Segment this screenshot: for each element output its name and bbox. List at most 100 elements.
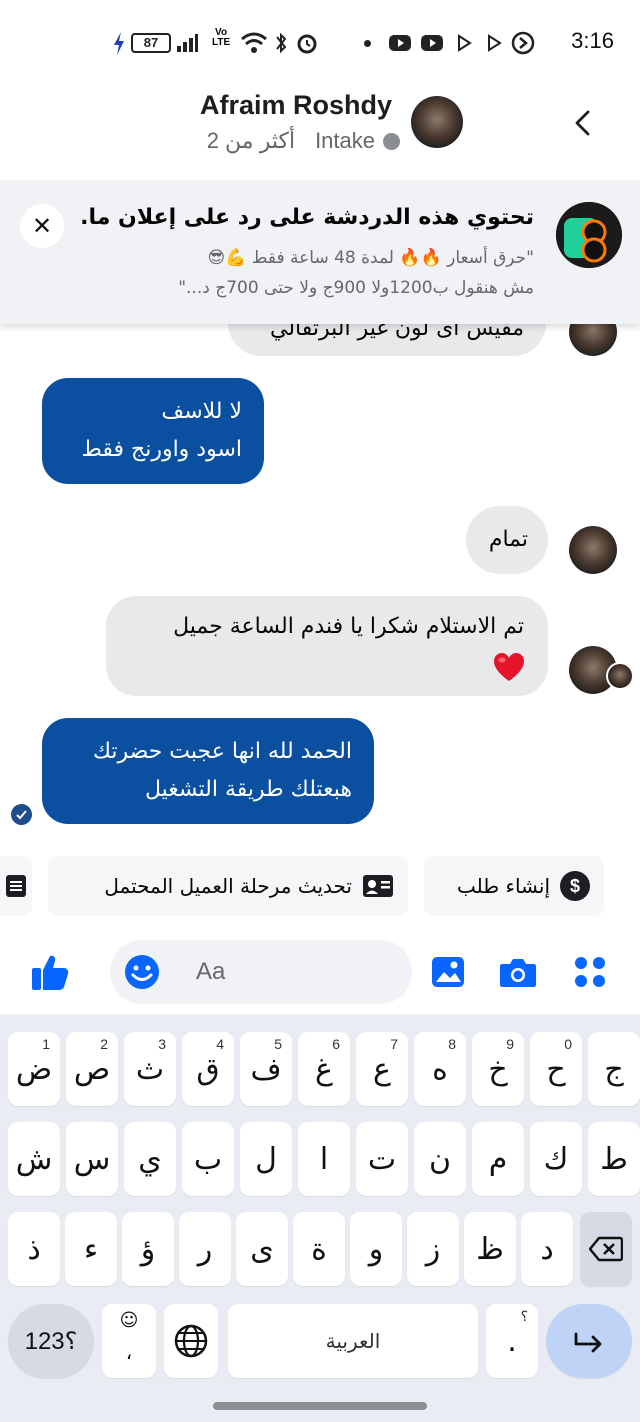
period-label: . <box>507 1323 517 1359</box>
key-letter[interactable]: ا <box>298 1122 350 1196</box>
emoji-icon[interactable] <box>124 954 160 990</box>
key-char: غ <box>315 1051 333 1087</box>
key-letter[interactable]: ذ <box>8 1212 60 1286</box>
close-button[interactable]: ✕ <box>20 204 64 248</box>
key-letter[interactable]: ؤ <box>122 1212 174 1286</box>
circle-arrow-icon <box>511 31 535 55</box>
camera-icon[interactable] <box>498 955 538 989</box>
bluetooth-icon <box>276 32 287 54</box>
battery-icon: 87 <box>131 28 171 58</box>
key-char: ث <box>135 1051 165 1087</box>
key-number: 1 <box>42 1036 50 1052</box>
key-letter[interactable]: م <box>472 1122 524 1196</box>
chat-header: Afraim Roshdy أكثر من 2 Intake <box>0 86 640 180</box>
key-letter[interactable]: ش <box>8 1122 60 1196</box>
language-key[interactable] <box>164 1304 218 1378</box>
key-letter[interactable]: ر <box>179 1212 231 1286</box>
key-letter[interactable]: ي <box>124 1122 176 1196</box>
emoji-key[interactable]: ☺ ، <box>102 1304 156 1378</box>
ad-text-line: "حرق أسعار 🔥🔥 لمدة 48 ساعة فقط 💪😎 <box>207 248 534 268</box>
message-bubble-outgoing[interactable]: لا للاسف اسود واورنج فقط <box>42 378 264 484</box>
backspace-key[interactable] <box>580 1212 632 1286</box>
period-key[interactable]: . ؟ <box>486 1304 538 1378</box>
key-letter[interactable]: س <box>66 1122 118 1196</box>
gallery-icon[interactable] <box>430 955 466 989</box>
chip-label: إنشاء طلب <box>457 874 550 898</box>
key-letter[interactable]: ز <box>407 1212 459 1286</box>
key-letter[interactable]: ص2 <box>66 1032 118 1106</box>
message-bubble-incoming[interactable]: تمام <box>466 506 548 574</box>
apps-grid-icon[interactable] <box>572 954 608 990</box>
contact-name[interactable]: Afraim Roshdy <box>200 90 392 121</box>
label-text: Intake <box>315 128 375 153</box>
enter-key[interactable] <box>546 1304 632 1378</box>
battery-level: 87 <box>131 33 171 53</box>
space-key[interactable]: العربية <box>228 1304 478 1378</box>
ad-logo-icon <box>556 202 622 268</box>
volte-icon: Vo LTE <box>212 27 231 48</box>
signal-icon <box>177 34 198 52</box>
wifi-icon <box>241 32 267 53</box>
key-number: 9 <box>506 1036 514 1052</box>
key-letter[interactable]: غ6 <box>298 1032 350 1106</box>
key-letter[interactable]: ء <box>65 1212 117 1286</box>
dollar-icon: $ <box>560 871 590 901</box>
alarm-icon <box>297 34 317 54</box>
key-letter[interactable]: ت <box>356 1122 408 1196</box>
key-number: 7 <box>390 1036 398 1052</box>
back-chevron-icon[interactable] <box>566 106 600 140</box>
key-letter[interactable]: ك <box>530 1122 582 1196</box>
key-char: ح <box>546 1051 566 1087</box>
heart-emoji-icon <box>494 653 524 681</box>
contact-avatar[interactable] <box>411 96 463 148</box>
key-letter[interactable]: د <box>521 1212 573 1286</box>
key-char: ض <box>15 1051 53 1087</box>
more-actions-button[interactable] <box>0 856 32 916</box>
sent-check-icon <box>11 804 32 825</box>
key-letter[interactable]: ب <box>182 1122 234 1196</box>
key-letter[interactable]: ة <box>293 1212 345 1286</box>
presence-text: أكثر من 2 <box>206 128 296 153</box>
like-icon[interactable] <box>28 950 72 994</box>
key-char: ع <box>373 1051 391 1087</box>
seen-avatar <box>606 662 634 690</box>
key-letter[interactable]: ظ <box>464 1212 516 1286</box>
ad-thumbnail[interactable] <box>556 202 622 268</box>
message-bubble-incoming[interactable]: تم الاستلام شكرا يا فندم الساعة جميل ❤️ <box>106 596 548 696</box>
update-lead-stage-button[interactable]: تحديث مرحلة العميل المحتمل <box>48 856 408 916</box>
key-letter[interactable]: ى <box>236 1212 288 1286</box>
key-letter[interactable]: خ9 <box>472 1032 524 1106</box>
key-letter[interactable]: ض1 <box>8 1032 60 1106</box>
key-letter[interactable]: ق4 <box>182 1032 234 1106</box>
notification-dot-icon <box>364 28 371 58</box>
list-icon <box>6 875 26 897</box>
key-letter[interactable]: ه8 <box>414 1032 466 1106</box>
symbols-key[interactable]: ؟123 <box>8 1304 94 1378</box>
youtube-icon <box>421 35 443 51</box>
message-composer <box>0 930 640 1014</box>
message-line: لا للاسف <box>161 399 242 424</box>
key-letter[interactable]: ح0 <box>530 1032 582 1106</box>
key-letter[interactable]: ل <box>240 1122 292 1196</box>
key-letter[interactable]: و <box>350 1212 402 1286</box>
key-letter[interactable]: ط <box>588 1122 640 1196</box>
key-letter[interactable]: ج <box>588 1032 640 1106</box>
globe-icon <box>174 1324 208 1358</box>
emoji-key-icon: ☺ <box>119 1310 139 1331</box>
key-letter[interactable]: ث3 <box>124 1032 176 1106</box>
status-bar: 87 Vo LTE 3:16 <box>0 0 640 86</box>
home-indicator[interactable] <box>213 1402 427 1410</box>
key-letter[interactable]: ن <box>414 1122 466 1196</box>
key-number: 2 <box>100 1036 108 1052</box>
key-char: ف <box>250 1051 282 1087</box>
key-letter[interactable]: ع7 <box>356 1032 408 1106</box>
key-char: ج <box>604 1051 624 1087</box>
charging-bolt-icon <box>114 32 124 55</box>
create-order-button[interactable]: $ إنشاء طلب <box>424 856 604 916</box>
message-bubble-outgoing[interactable]: الحمد لله انها عجبت حضرتك هبعتلك طريقة ا… <box>42 718 374 824</box>
message-line: اسود واورنج فقط <box>81 437 242 462</box>
key-letter[interactable]: ف5 <box>240 1032 292 1106</box>
enter-arrow-icon <box>574 1332 602 1353</box>
key-char: ص <box>73 1051 111 1087</box>
key-number: 3 <box>158 1036 166 1052</box>
